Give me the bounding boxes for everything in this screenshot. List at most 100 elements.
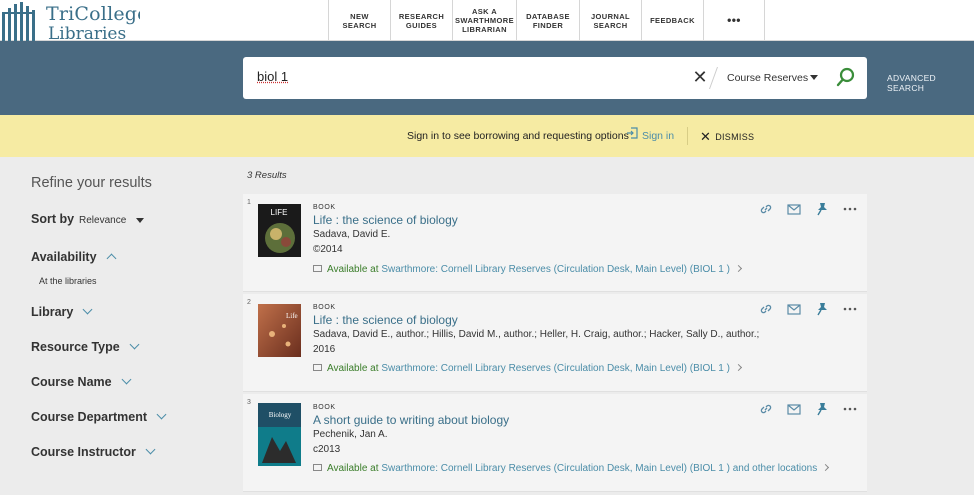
banner-message: Sign in to see borrowing and requesting … (407, 130, 629, 142)
nav-ask-librarian[interactable]: ASK A SWARTHMORE LIBRARIAN (452, 0, 516, 41)
result-actions (757, 202, 859, 216)
nav-more-icon[interactable]: ••• (703, 0, 765, 41)
facet-label: Course Department (31, 410, 147, 424)
availability-link[interactable]: Available at Swarthmore: Cornell Library… (313, 363, 742, 374)
search-scope-select[interactable]: Course Reserves (727, 72, 808, 84)
nav-database-finder[interactable]: DATABASE FINDER (516, 0, 579, 41)
result-authors: Pechenik, Jan A. (313, 429, 388, 440)
close-icon: ✕ (700, 129, 712, 144)
availability-link[interactable]: Available at Swarthmore: Cornell Library… (313, 463, 830, 474)
facet-label: Library (31, 305, 74, 319)
facet-resource-type[interactable]: Resource Type (31, 339, 140, 354)
chevron-right-icon (734, 264, 742, 273)
pin-icon[interactable] (813, 302, 831, 316)
email-icon[interactable] (785, 202, 803, 216)
chevron-down-icon (145, 444, 156, 455)
resource-type: BOOK (313, 204, 336, 211)
facet-option-at-libraries[interactable]: At the libraries (39, 276, 97, 286)
chevron-down-icon (82, 304, 93, 315)
nav-research-guides[interactable]: RESEARCH GUIDES (390, 0, 452, 41)
signin-icon (626, 127, 638, 142)
svg-text:Biology: Biology (269, 411, 292, 419)
search-band: ✕ Course Reserves ADVANCED SEARCH (0, 41, 974, 115)
search-submit-button[interactable] (835, 66, 857, 88)
svg-text:Life: Life (286, 312, 298, 320)
search-icon (836, 67, 855, 87)
top-bar: TriCollege Libraries NEW SEARCH RESEARCH… (0, 0, 974, 41)
main-nav: NEW SEARCH RESEARCH GUIDES ASK A SWARTHM… (328, 0, 765, 41)
results-count: 3 Results (247, 170, 287, 181)
nav-journal-search[interactable]: JOURNAL SEARCH (579, 0, 641, 41)
email-icon[interactable] (785, 402, 803, 416)
chevron-up-icon (106, 253, 116, 264)
email-icon[interactable] (785, 302, 803, 316)
logo-text-line2: Libraries (48, 24, 127, 41)
book-cover-image[interactable]: Life (258, 304, 301, 357)
result-title-link[interactable]: Life : the science of biology (313, 213, 458, 227)
book-cover-image[interactable]: LIFE (258, 204, 301, 257)
facet-label: Course Instructor (31, 445, 136, 459)
search-divider (708, 67, 719, 89)
facet-label: Course Name (31, 375, 112, 389)
result-authors: Sadava, David E. (313, 229, 391, 240)
advanced-search-link[interactable]: ADVANCED SEARCH (887, 73, 974, 93)
result-item: 1 LIFE BOOK Life : the science of biolog… (243, 194, 867, 292)
result-title-link[interactable]: A short guide to writing about biology (313, 413, 509, 427)
resource-type: BOOK (313, 304, 336, 311)
link-icon[interactable] (757, 302, 775, 316)
book-icon (313, 265, 322, 272)
link-icon[interactable] (757, 402, 775, 416)
result-item: 3 Biology BOOK A short guide to writing … (243, 394, 867, 492)
svg-text:LIFE: LIFE (271, 208, 288, 217)
availability-link[interactable]: Available at Swarthmore: Cornell Library… (313, 264, 742, 275)
chevron-down-icon (129, 339, 140, 350)
nav-new-search[interactable]: NEW SEARCH (328, 0, 390, 41)
signin-link[interactable]: Sign in (626, 127, 674, 142)
dismiss-label: DISMISS (715, 132, 755, 142)
result-date: 2016 (313, 344, 336, 355)
facet-availability[interactable]: Availability (31, 250, 116, 264)
resource-type: BOOK (313, 404, 336, 411)
banner-divider (687, 127, 688, 145)
facet-course-instructor[interactable]: Course Instructor (31, 444, 156, 459)
more-options-icon[interactable] (841, 402, 859, 416)
facet-label: Resource Type (31, 340, 120, 354)
link-icon[interactable] (757, 202, 775, 216)
book-icon (313, 464, 322, 471)
book-cover-image[interactable]: Biology (258, 403, 301, 466)
facet-label: Availability (31, 250, 97, 264)
facet-course-department[interactable]: Course Department (31, 409, 167, 424)
signin-label: Sign in (642, 130, 675, 142)
chevron-right-icon (822, 463, 830, 472)
search-input[interactable] (257, 69, 657, 84)
availability-status: Available at (327, 264, 379, 275)
chevron-down-icon (121, 374, 132, 385)
pin-icon[interactable] (813, 402, 831, 416)
result-item: 2 Life BOOK Life : the science of biolog… (243, 294, 867, 392)
sort-by-label: Sort by (31, 212, 75, 226)
result-actions (757, 302, 859, 316)
logo-columns-icon (2, 2, 35, 41)
tricollege-logo[interactable]: TriCollege Libraries (0, 0, 140, 41)
availability-location: Swarthmore: Cornell Library Reserves (Ci… (381, 463, 818, 474)
result-title-link[interactable]: Life : the science of biology (313, 313, 458, 327)
sort-caret-icon[interactable] (136, 218, 144, 223)
result-number: 2 (247, 299, 251, 306)
clear-search-icon[interactable]: ✕ (691, 67, 709, 87)
more-options-icon[interactable] (841, 202, 859, 216)
result-actions (757, 402, 859, 416)
chevron-down-icon (156, 409, 167, 420)
more-options-icon[interactable] (841, 302, 859, 316)
dismiss-button[interactable]: ✕ DISMISS (700, 129, 754, 145)
result-number: 3 (247, 399, 251, 406)
nav-feedback[interactable]: FEEDBACK (641, 0, 703, 41)
availability-status: Available at (327, 363, 379, 374)
facet-course-name[interactable]: Course Name (31, 374, 132, 389)
pin-icon[interactable] (813, 202, 831, 216)
search-box: ✕ Course Reserves (243, 57, 867, 99)
availability-status: Available at (327, 463, 379, 474)
facet-library[interactable]: Library (31, 304, 93, 319)
scope-caret-icon[interactable] (810, 75, 818, 80)
sort-select[interactable]: Relevance (79, 215, 126, 226)
result-authors: Sadava, David E., author.; Hillis, David… (313, 329, 760, 340)
